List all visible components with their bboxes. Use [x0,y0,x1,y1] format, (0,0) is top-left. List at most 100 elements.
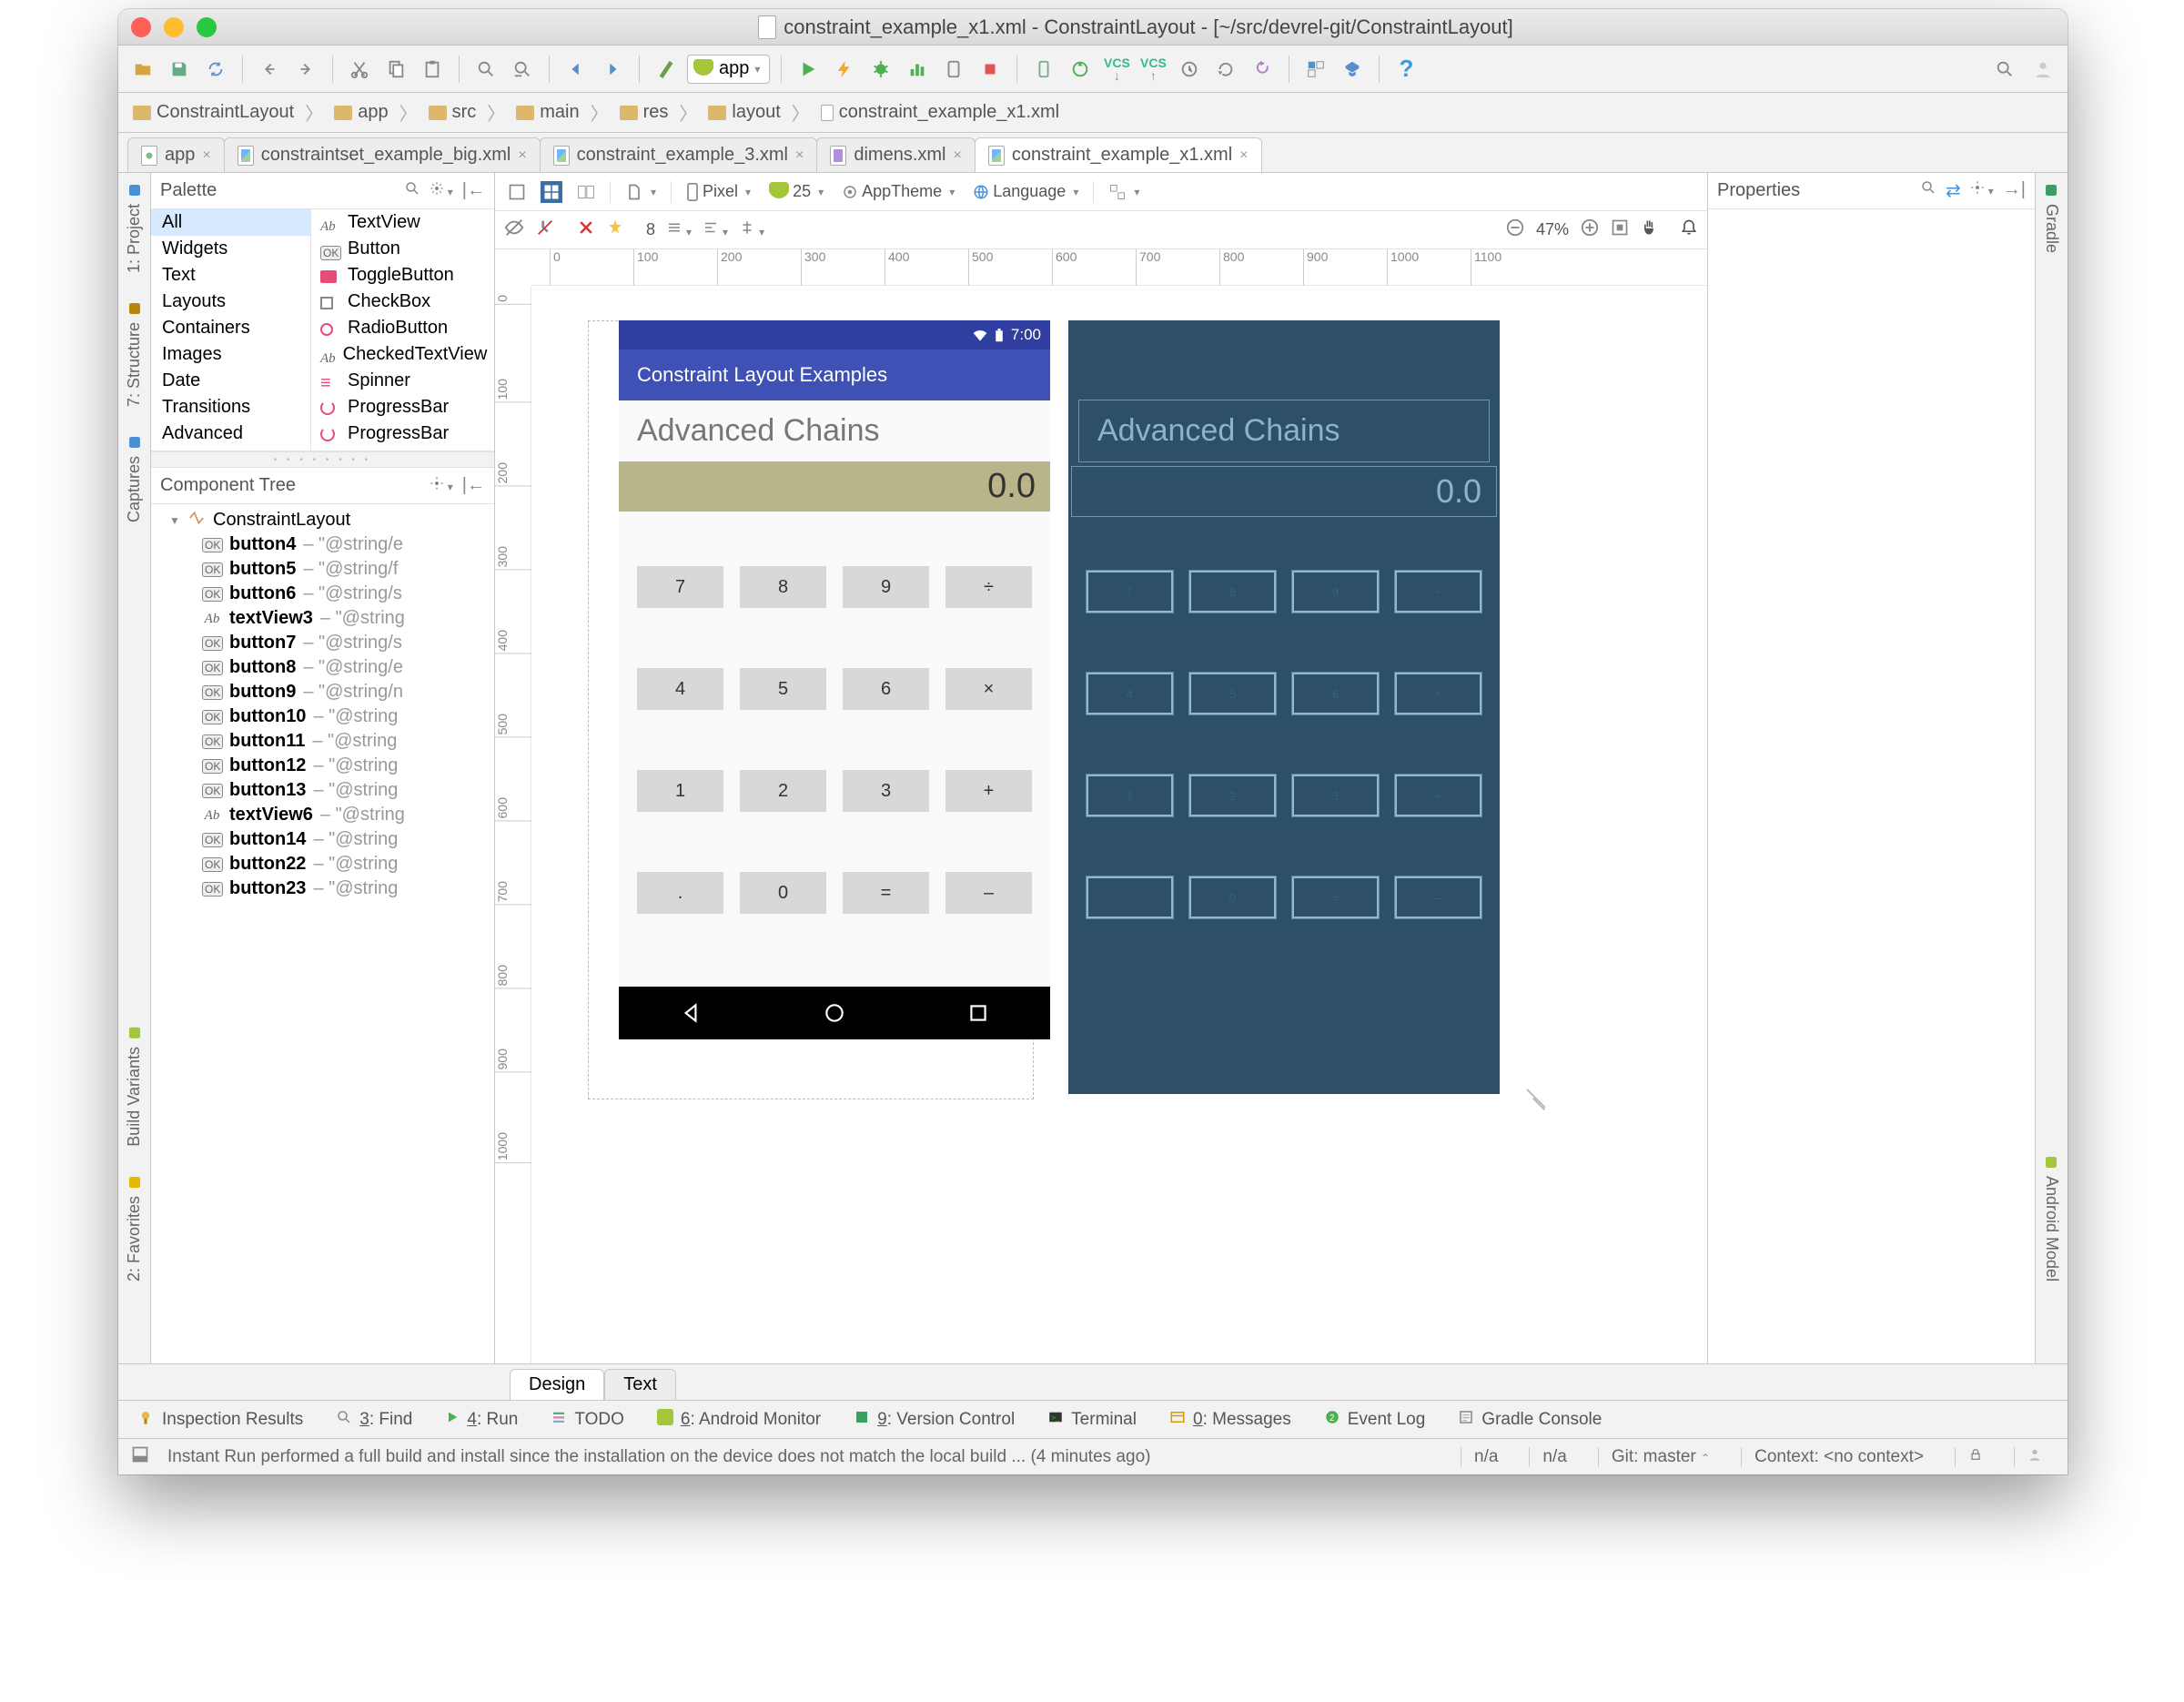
tool-window-button[interactable]: Android Model [2042,1154,2061,1282]
blueprint-button[interactable]: 6 [1292,673,1379,714]
calc-button[interactable]: – [945,872,1032,914]
palette-settings-icon[interactable] [430,180,453,202]
blueprint-button[interactable]: + [1395,775,1481,816]
infer-constraints-icon[interactable] [606,218,624,241]
module-selector[interactable]: app ▾ [687,55,770,84]
tree-item[interactable]: OKbutton8 – "@string/e [151,655,494,680]
palette-widget[interactable]: AbCheckedTextView [311,341,494,368]
tool-window-button[interactable]: 1: Project [125,182,144,273]
palette-widget[interactable]: ≡Spinner [311,368,494,394]
zoom-out-icon[interactable] [1505,218,1525,242]
blueprint-button[interactable]: 8 [1189,571,1276,613]
stop-icon[interactable] [975,54,1006,85]
zoom-window-icon[interactable] [197,17,217,37]
both-surface-icon[interactable] [573,183,599,201]
tree-item[interactable]: OKbutton6 – "@string/s [151,582,494,606]
vcs-revert-icon[interactable] [1210,54,1241,85]
variant-icon[interactable] [1105,183,1143,201]
properties-collapse-icon[interactable]: →| [2003,179,2026,202]
undo-icon[interactable] [254,54,285,85]
close-tab-icon[interactable]: × [795,147,804,164]
panel-splitter[interactable]: • • • • • • • • [151,451,494,468]
bottom-tool-button[interactable]: 0: Messages [1169,1409,1291,1431]
palette-widget[interactable]: CheckBox [311,289,494,315]
status-git[interactable]: Git: master ⌃ [1598,1447,1723,1467]
project-structure-icon[interactable] [1300,54,1331,85]
blueprint-button[interactable]: 2 [1189,775,1276,816]
status-lock-icon[interactable] [1955,1447,1996,1467]
bottom-tool-button[interactable]: 3: Find [336,1409,412,1431]
calc-button[interactable]: 6 [843,668,929,710]
save-icon[interactable] [164,54,195,85]
device-selector[interactable]: Pixel [682,182,754,201]
tree-root[interactable]: ▼ ConstraintLayout [151,508,494,532]
minimize-window-icon[interactable] [164,17,184,37]
status-person-icon[interactable] [2014,1447,2055,1467]
blueprint-button[interactable]: . [1087,876,1173,918]
forward-icon[interactable] [597,54,628,85]
language-selector[interactable]: Language [969,182,1082,201]
sdk-manager-icon[interactable] [1337,54,1368,85]
bottom-tool-button[interactable]: Inspection Results [136,1408,303,1432]
tool-window-button[interactable]: Gradle [2042,182,2061,253]
properties-settings-icon[interactable] [1970,179,1994,202]
blueprint-button[interactable]: 7 [1087,571,1173,613]
tree-item[interactable]: OKbutton4 – "@string/e [151,532,494,557]
blueprint-button[interactable]: – [1395,876,1481,918]
tree-item[interactable]: OKbutton5 – "@string/f [151,557,494,582]
tree-item[interactable]: OKbutton12 – "@string [151,754,494,778]
palette-category[interactable]: Text [151,262,310,289]
close-tab-icon[interactable]: × [518,147,526,164]
breadcrumb-item[interactable]: app [329,102,393,123]
calc-button[interactable]: + [945,770,1032,812]
close-tab-icon[interactable]: × [953,147,961,164]
editor-tab[interactable]: app× [127,137,225,172]
avd-icon[interactable] [1028,54,1059,85]
close-tab-icon[interactable]: × [1239,147,1248,164]
palette-category[interactable]: Transitions [151,394,310,420]
tree-item[interactable]: AbtextView3 – "@string [151,606,494,631]
properties-search-icon[interactable] [1920,179,1936,202]
calc-button[interactable]: 8 [740,566,826,608]
tool-window-button[interactable]: Build Variants [125,1025,144,1147]
palette-widget[interactable]: AbTextView [311,209,494,236]
close-tab-icon[interactable]: × [202,147,210,164]
tree-item[interactable]: OKbutton7 – "@string/s [151,631,494,655]
bottom-tool-button[interactable]: 4: Run [445,1410,518,1430]
vcs-rollback-icon[interactable] [1247,54,1278,85]
pack-icon[interactable] [666,219,692,240]
clear-constraints-icon[interactable] [577,218,595,241]
status-corner-icon[interactable] [131,1445,149,1469]
build-icon[interactable] [651,54,682,85]
blueprint-button[interactable]: × [1395,673,1481,714]
editor-tab[interactable]: constraint_example_x1.xml× [975,137,1262,172]
tool-window-button[interactable]: Captures [125,434,144,522]
align-icon[interactable] [703,219,728,240]
help-icon[interactable]: ? [1390,54,1421,85]
calc-button[interactable]: 4 [637,668,723,710]
blueprint-button[interactable]: 9 [1292,571,1379,613]
copy-icon[interactable] [380,54,411,85]
bottom-tool-button[interactable]: 9: Version Control [854,1409,1015,1431]
guideline-icon[interactable] [739,219,764,240]
palette-category[interactable]: Images [151,341,310,368]
blueprint-surface-icon[interactable] [541,181,562,203]
editor-tab[interactable]: dimens.xml× [816,137,975,172]
sync-gradle-icon[interactable] [1065,54,1096,85]
calc-button[interactable]: 9 [843,566,929,608]
calc-button[interactable]: . [637,872,723,914]
blueprint-button[interactable]: = [1292,876,1379,918]
properties-toggle-icon[interactable]: ⇄ [1946,179,1961,202]
sync-icon[interactable] [200,54,231,85]
vcs-commit-icon[interactable]: VCS↑ [1138,54,1168,85]
attach-icon[interactable] [938,54,969,85]
blueprint-button[interactable]: ÷ [1395,571,1481,613]
calc-button[interactable]: ÷ [945,566,1032,608]
tree-settings-icon[interactable] [430,475,453,496]
theme-selector[interactable]: AppTheme [838,182,958,201]
tree-item[interactable]: OKbutton22 – "@string [151,852,494,876]
palette-category[interactable]: Containers [151,315,310,341]
tool-window-button[interactable]: 2: Favorites [125,1174,144,1282]
tree-item[interactable]: OKbutton9 – "@string/n [151,680,494,704]
palette-search-icon[interactable] [404,180,420,202]
